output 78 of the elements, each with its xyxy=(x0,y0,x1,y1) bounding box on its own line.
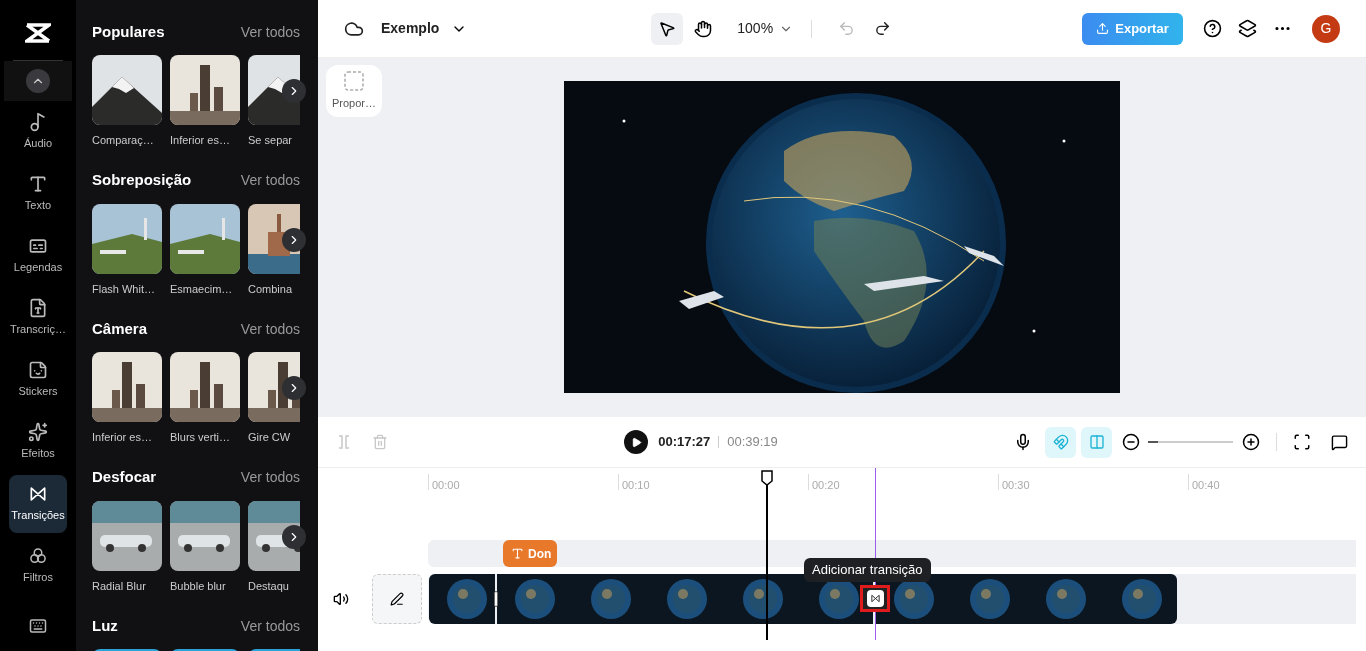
section-title: Populares xyxy=(92,21,165,42)
next-button[interactable] xyxy=(282,376,306,400)
zoom-dropdown[interactable]: 100% xyxy=(737,18,794,39)
comment-icon[interactable] xyxy=(1331,433,1348,451)
collapse-button[interactable] xyxy=(26,69,50,93)
edit-cover-button[interactable] xyxy=(372,574,422,624)
sidebar-item[interactable]: Transições xyxy=(9,475,67,533)
current-time: 00:17:27 xyxy=(658,433,711,452)
layers-icon[interactable] xyxy=(1238,19,1257,38)
tooltip: Adicionar transição xyxy=(804,558,931,582)
see-all-link[interactable]: Ver todos xyxy=(240,170,300,191)
effect-label: Comparaç… xyxy=(92,133,155,148)
dashed-square-icon xyxy=(344,70,364,91)
microphone-icon[interactable] xyxy=(1014,433,1032,451)
see-all-link[interactable]: Ver todos xyxy=(240,615,300,637)
play-icon xyxy=(630,436,642,448)
sticker-icon xyxy=(28,360,48,381)
logo-icon[interactable] xyxy=(25,22,51,44)
section-title: Câmera xyxy=(92,318,148,339)
ruler-label: 00:40 xyxy=(1192,478,1220,493)
ruler-label: 00:00 xyxy=(432,478,460,493)
effect-label: Flash Whit… xyxy=(92,281,156,297)
ruler-label: 00:10 xyxy=(622,478,650,493)
upload-icon xyxy=(1096,22,1110,35)
effect-label: Blurs verti… xyxy=(170,430,231,445)
fullscreen-icon[interactable] xyxy=(1293,433,1311,451)
sidebar-item[interactable]: Stickers xyxy=(9,351,67,409)
sidebar-item[interactable]: Transcriç… xyxy=(9,289,67,347)
see-all-link[interactable]: Ver todos xyxy=(240,318,300,340)
transition-icon xyxy=(869,593,881,604)
add-transition-button[interactable] xyxy=(860,585,890,612)
ruler-label: 00:30 xyxy=(1002,478,1030,493)
section-title: Luz xyxy=(92,615,118,636)
redo-icon xyxy=(873,20,891,37)
effect-label: Gire CW xyxy=(248,430,292,445)
help-icon[interactable] xyxy=(1203,19,1222,38)
sidebar-item[interactable]: Áudio xyxy=(9,103,67,161)
volume-icon[interactable] xyxy=(333,591,349,607)
aspect-ratio-button[interactable]: Propor… xyxy=(326,65,382,117)
text-icon xyxy=(511,547,524,560)
effect-label: Radial Blur xyxy=(92,578,147,594)
total-time: 00:39:19 xyxy=(727,433,778,452)
effect-label: Se separ xyxy=(248,133,294,148)
effect-label: Destaqu xyxy=(248,578,290,594)
effect-label: Inferior es… xyxy=(170,133,231,148)
sparkle-icon xyxy=(28,422,48,443)
ruler-label: 00:20 xyxy=(812,478,840,493)
effect-label: Bubble blur xyxy=(170,578,227,594)
section-title: Sobreposição xyxy=(92,170,192,191)
next-button[interactable] xyxy=(282,79,306,103)
sidebar-item[interactable]: Texto xyxy=(9,165,67,223)
sidebar-item[interactable]: Filtros xyxy=(9,537,67,595)
magnet-icon xyxy=(1052,434,1069,450)
clip-handle[interactable] xyxy=(494,591,498,607)
text-icon xyxy=(28,174,48,195)
effect-label: Combina xyxy=(248,281,294,297)
sidebar-item[interactable]: Legendas xyxy=(9,227,67,285)
pointer-icon xyxy=(658,19,677,38)
effect-label: Inferior es… xyxy=(92,430,153,445)
user-avatar[interactable]: G xyxy=(1312,14,1340,43)
zoom-in-icon[interactable] xyxy=(1242,433,1260,451)
transcript-icon xyxy=(28,298,48,319)
keyboard-icon[interactable] xyxy=(29,617,47,635)
section-title: Desfocar xyxy=(92,467,157,488)
columns-icon xyxy=(1088,434,1105,450)
select-tool[interactable] xyxy=(651,12,684,45)
video-clip[interactable] xyxy=(429,574,495,624)
hand-icon xyxy=(694,19,713,38)
sidebar-item[interactable]: Efeitos xyxy=(9,413,67,471)
effect-label: Esmaecim… xyxy=(170,281,234,297)
zoom-out-icon[interactable] xyxy=(1122,433,1140,451)
project-name[interactable]: Exemplo xyxy=(381,18,440,39)
playhead-handle[interactable] xyxy=(761,470,773,486)
play-button[interactable] xyxy=(624,430,649,454)
undo-icon xyxy=(837,20,855,37)
pen-icon xyxy=(390,592,404,606)
see-all-link[interactable]: Ver todos xyxy=(240,21,300,43)
see-all-link[interactable]: Ver todos xyxy=(240,467,300,488)
